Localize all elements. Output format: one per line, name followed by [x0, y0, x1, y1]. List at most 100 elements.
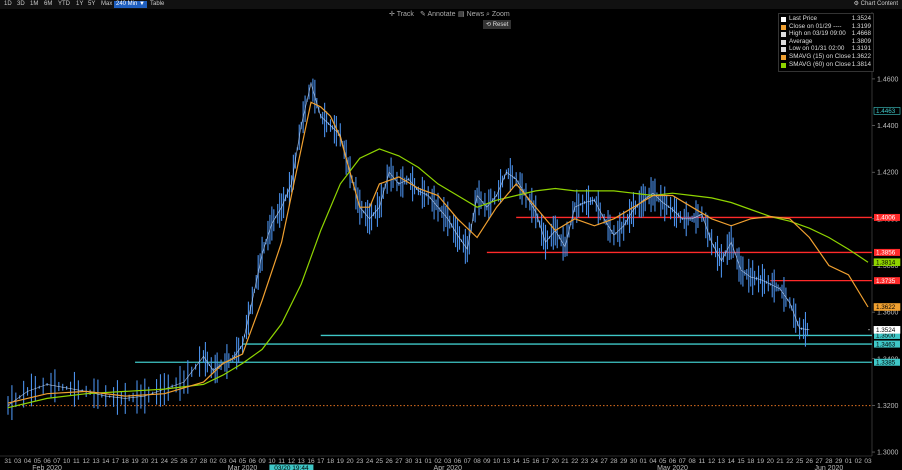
- x-tick-label: 03: [219, 458, 227, 465]
- level-tag-label: 1.3856: [876, 250, 896, 257]
- x-tick-label: 17: [112, 458, 120, 465]
- x-tick-label: 14: [728, 458, 736, 465]
- x-tick-label: 19: [337, 458, 345, 465]
- y-tick-label: 1.3200: [877, 403, 899, 410]
- value-tag-label: 1.3814: [876, 259, 896, 266]
- price-chart[interactable]: 1.30001.32001.34001.36001.38001.40001.42…: [0, 0, 902, 470]
- x-tick-label: 29: [620, 458, 628, 465]
- legend-swatch: [781, 17, 786, 22]
- x-tick-label: 23: [356, 458, 364, 465]
- month-label: May 2020: [657, 465, 688, 470]
- x-tick-label: 04: [229, 458, 237, 465]
- legend-value: 1.4668: [851, 30, 871, 38]
- x-tick-label: 12: [83, 458, 91, 465]
- x-tick-label: 20: [552, 458, 560, 465]
- x-tick-label: 03: [444, 458, 452, 465]
- x-tick-label: 07: [53, 458, 61, 465]
- x-tick-label: 20: [141, 458, 149, 465]
- legend-label: SMAVG (15) on Close: [789, 53, 851, 60]
- x-tick-label: 21: [561, 458, 569, 465]
- crosshair-date-label: 03/20 19:44: [274, 465, 309, 470]
- x-tick-label: 08: [473, 458, 481, 465]
- level-tag-label: 1.3385: [876, 359, 896, 366]
- legend-swatch: [781, 47, 786, 53]
- legend-swatch: [781, 32, 786, 38]
- x-tick-label: 25: [376, 458, 384, 465]
- legend-row: Last Price 1.3524: [781, 15, 873, 23]
- x-tick-label: 20: [767, 458, 775, 465]
- x-tick-label: 18: [747, 458, 755, 465]
- x-tick-label: 15: [522, 458, 530, 465]
- x-tick-label: 26: [806, 458, 814, 465]
- legend-swatch: [781, 55, 786, 60]
- y-tick-label: 1.4200: [877, 170, 899, 177]
- y-tick-label: 1.4400: [877, 123, 899, 130]
- x-tick-label: 16: [307, 458, 315, 465]
- x-tick-label: 23: [581, 458, 589, 465]
- x-tick-label: 14: [513, 458, 521, 465]
- level-tag-label: 1.3735: [876, 278, 896, 285]
- legend-value: 1.3622: [851, 53, 871, 60]
- x-tick-label: 27: [601, 458, 609, 465]
- x-tick-label: 13: [718, 458, 726, 465]
- month-label: Mar 2020: [228, 465, 258, 470]
- x-tick-label: 18: [122, 458, 130, 465]
- x-tick-label: 09: [258, 458, 266, 465]
- x-tick-label: 04: [24, 458, 32, 465]
- x-tick-label: 01: [425, 458, 433, 465]
- x-tick-label: 02: [434, 458, 442, 465]
- x-tick-label: 10: [493, 458, 501, 465]
- x-tick-label: 15: [737, 458, 745, 465]
- x-tick-label: 27: [190, 458, 198, 465]
- x-tick-label: 24: [366, 458, 374, 465]
- x-tick-label: 21: [151, 458, 159, 465]
- x-tick-label: 06: [43, 458, 51, 465]
- x-tick-label: 20: [346, 458, 354, 465]
- legend-label: SMAVG (60) on Close: [789, 60, 851, 68]
- month-label: Feb 2020: [32, 465, 62, 470]
- x-tick-label: 01: [640, 458, 648, 465]
- x-tick-label: 22: [786, 458, 794, 465]
- x-tick-label: 09: [483, 458, 491, 465]
- x-tick-label: 12: [708, 458, 716, 465]
- x-tick-label: 06: [249, 458, 257, 465]
- x-tick-label: 14: [102, 458, 110, 465]
- legend-swatch: [781, 39, 786, 45]
- legend-swatch: [781, 62, 786, 68]
- x-tick-label: 24: [591, 458, 599, 465]
- x-tick-label: 19: [131, 458, 139, 465]
- x-tick-label: 17: [542, 458, 550, 465]
- x-tick-label: 02: [210, 458, 218, 465]
- x-tick-label: 11: [698, 458, 705, 465]
- legend-label: Last Price: [789, 15, 817, 22]
- y-tick-label: 1.3000: [877, 450, 899, 457]
- legend-row: SMAVG (60) on Close 1.3814: [781, 60, 873, 69]
- value-tag-label: 1.3622: [876, 304, 896, 311]
- x-tick-label: 30: [405, 458, 413, 465]
- value-tag-label: 1.4463: [876, 108, 896, 115]
- legend-swatch: [781, 24, 786, 30]
- chart-legend: Last Price 1.3524 Close on 01/29 ---- 1.319…: [778, 13, 874, 72]
- x-tick-label: 02: [855, 458, 863, 465]
- x-tick-label: 11: [278, 458, 285, 465]
- x-tick-label: 13: [298, 458, 306, 465]
- month-label: Apr 2020: [434, 465, 463, 470]
- x-tick-label: 31: [415, 458, 423, 465]
- x-tick-label: 11: [73, 458, 80, 465]
- x-tick-label: 30: [630, 458, 638, 465]
- x-tick-label: 13: [92, 458, 100, 465]
- x-tick-label: 26: [180, 458, 188, 465]
- x-tick-label: 01: [845, 458, 853, 465]
- x-tick-label: 07: [679, 458, 687, 465]
- legend-value: 1.3524: [851, 15, 871, 22]
- x-tick-label: 03: [864, 458, 872, 465]
- x-tick-label: 19: [757, 458, 765, 465]
- x-tick-label: 25: [796, 458, 804, 465]
- x-tick-label: 06: [454, 458, 462, 465]
- x-tick-label: 26: [386, 458, 394, 465]
- x-tick-label: 06: [669, 458, 677, 465]
- x-tick-label: 05: [34, 458, 42, 465]
- x-tick-label: 05: [659, 458, 667, 465]
- x-tick-label: 08: [688, 458, 696, 465]
- y-tick-label: 1.4600: [877, 76, 899, 83]
